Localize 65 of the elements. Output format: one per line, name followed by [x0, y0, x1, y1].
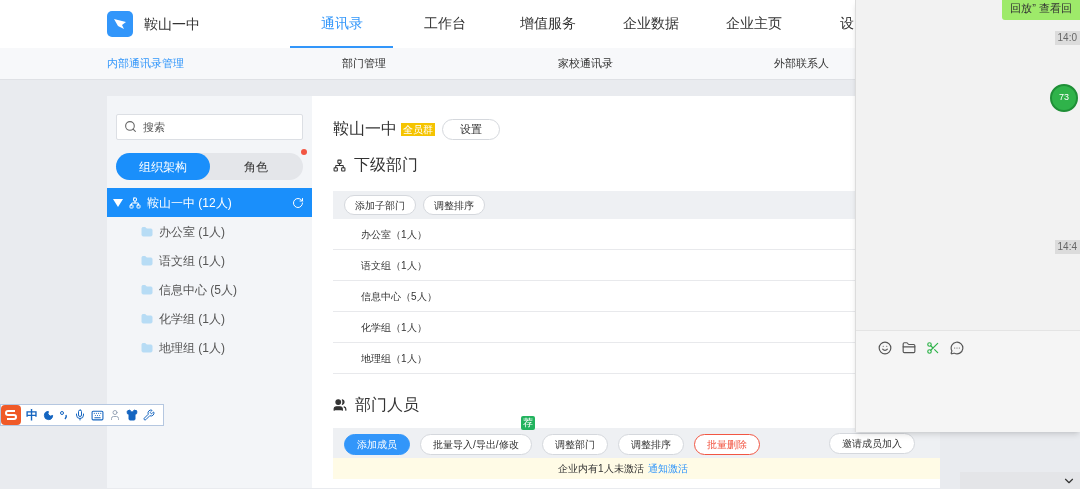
message-time: 14:4 [1054, 240, 1080, 254]
notice-text: 企业内有1人未激活 [558, 462, 644, 476]
tree-item[interactable]: 语文组 (1人) [107, 246, 312, 275]
toolbar-button[interactable]: 批量导入/导出/修改 [420, 434, 532, 455]
all-staff-badge: 全员群 [401, 122, 435, 136]
department-row[interactable]: 语文组（1人） [361, 257, 427, 273]
message-time: 14:0 [1054, 31, 1080, 45]
tree-item[interactable]: 信息中心 (5人) [107, 275, 312, 304]
keyboard-icon[interactable] [91, 408, 104, 422]
toolbar-button[interactable]: 调整部门 [541, 434, 608, 455]
shirt-icon[interactable] [126, 409, 138, 421]
tree-label: 化学组 (1人) [159, 310, 226, 328]
department-row[interactable]: 地理组（1人） [361, 350, 427, 366]
moon-icon[interactable] [43, 409, 54, 421]
chat-icon[interactable] [950, 341, 964, 355]
recommend-tag: 荐 [520, 416, 535, 430]
department-row[interactable]: 化学组（1人） [361, 319, 427, 335]
message-bubble: 回放” 查看回 [1002, 0, 1080, 20]
tree-label: 信息中心 (5人) [159, 281, 238, 299]
emoji-icon[interactable] [878, 341, 892, 355]
org-chart-icon [129, 196, 141, 209]
toolbar-button[interactable]: 添加子部门 [344, 195, 416, 215]
refresh-icon[interactable] [292, 196, 304, 209]
folder-icon [141, 225, 153, 238]
toolbar-button[interactable]: 调整排序 [617, 434, 684, 455]
tree-label: 语文组 (1人) [159, 252, 226, 270]
toolbar-button[interactable]: 调整排序 [423, 195, 485, 215]
nav-tab[interactable]: 企业数据 [599, 0, 702, 48]
toolbar-button[interactable]: 批量删除 [693, 434, 760, 455]
org-chart-icon [333, 158, 346, 172]
department-row[interactable]: 信息中心（5人） [361, 288, 437, 304]
folder-icon [141, 283, 153, 296]
subnav-link[interactable]: 外部联系人 [755, 55, 829, 72]
folder-icon [141, 254, 153, 267]
segment-tab[interactable]: 角色 [209, 153, 303, 180]
nav-tab[interactable]: 企业主页 [702, 0, 805, 48]
search-icon [124, 120, 137, 133]
microphone-icon[interactable] [74, 409, 86, 421]
app-logo-icon [107, 11, 133, 37]
folder-icon[interactable] [902, 341, 916, 355]
tree-label: 地理组 (1人) [159, 339, 226, 357]
nav-tab[interactable]: 设 [805, 0, 854, 48]
tree-item[interactable]: 办公室 (1人) [107, 217, 312, 246]
department-row[interactable]: 办公室（1人） [361, 226, 427, 242]
folder-icon [141, 341, 153, 354]
people-icon [333, 398, 347, 412]
tree-label: 鞍山一中 (12人) [147, 194, 233, 212]
subnav-link[interactable]: 家校通讯录 [539, 55, 755, 72]
tree-label: 办公室 (1人) [159, 223, 226, 241]
punctuation-icon[interactable] [59, 410, 69, 420]
folder-icon [141, 312, 153, 325]
section-heading: 下级部门 [354, 155, 418, 175]
tree-item[interactable]: 化学组 (1人) [107, 304, 312, 333]
wrench-icon[interactable] [143, 409, 155, 421]
nav-tab[interactable]: 增值服务 [496, 0, 599, 48]
tree-item[interactable]: 地理组 (1人) [107, 333, 312, 362]
input-mode[interactable]: 中 [26, 406, 38, 424]
organization-name: 鞍山一中 [144, 14, 201, 34]
subnav-link[interactable]: 部门管理 [323, 55, 539, 72]
section-heading: 部门人员 [355, 395, 419, 415]
caret-icon[interactable] [113, 198, 123, 207]
department-title: 鞍山一中 [333, 119, 397, 139]
invite-button[interactable]: 邀请成员加入 [829, 432, 915, 454]
search-field[interactable]: 搜索 [116, 114, 303, 140]
nav-tab[interactable]: 工作台 [393, 0, 496, 48]
